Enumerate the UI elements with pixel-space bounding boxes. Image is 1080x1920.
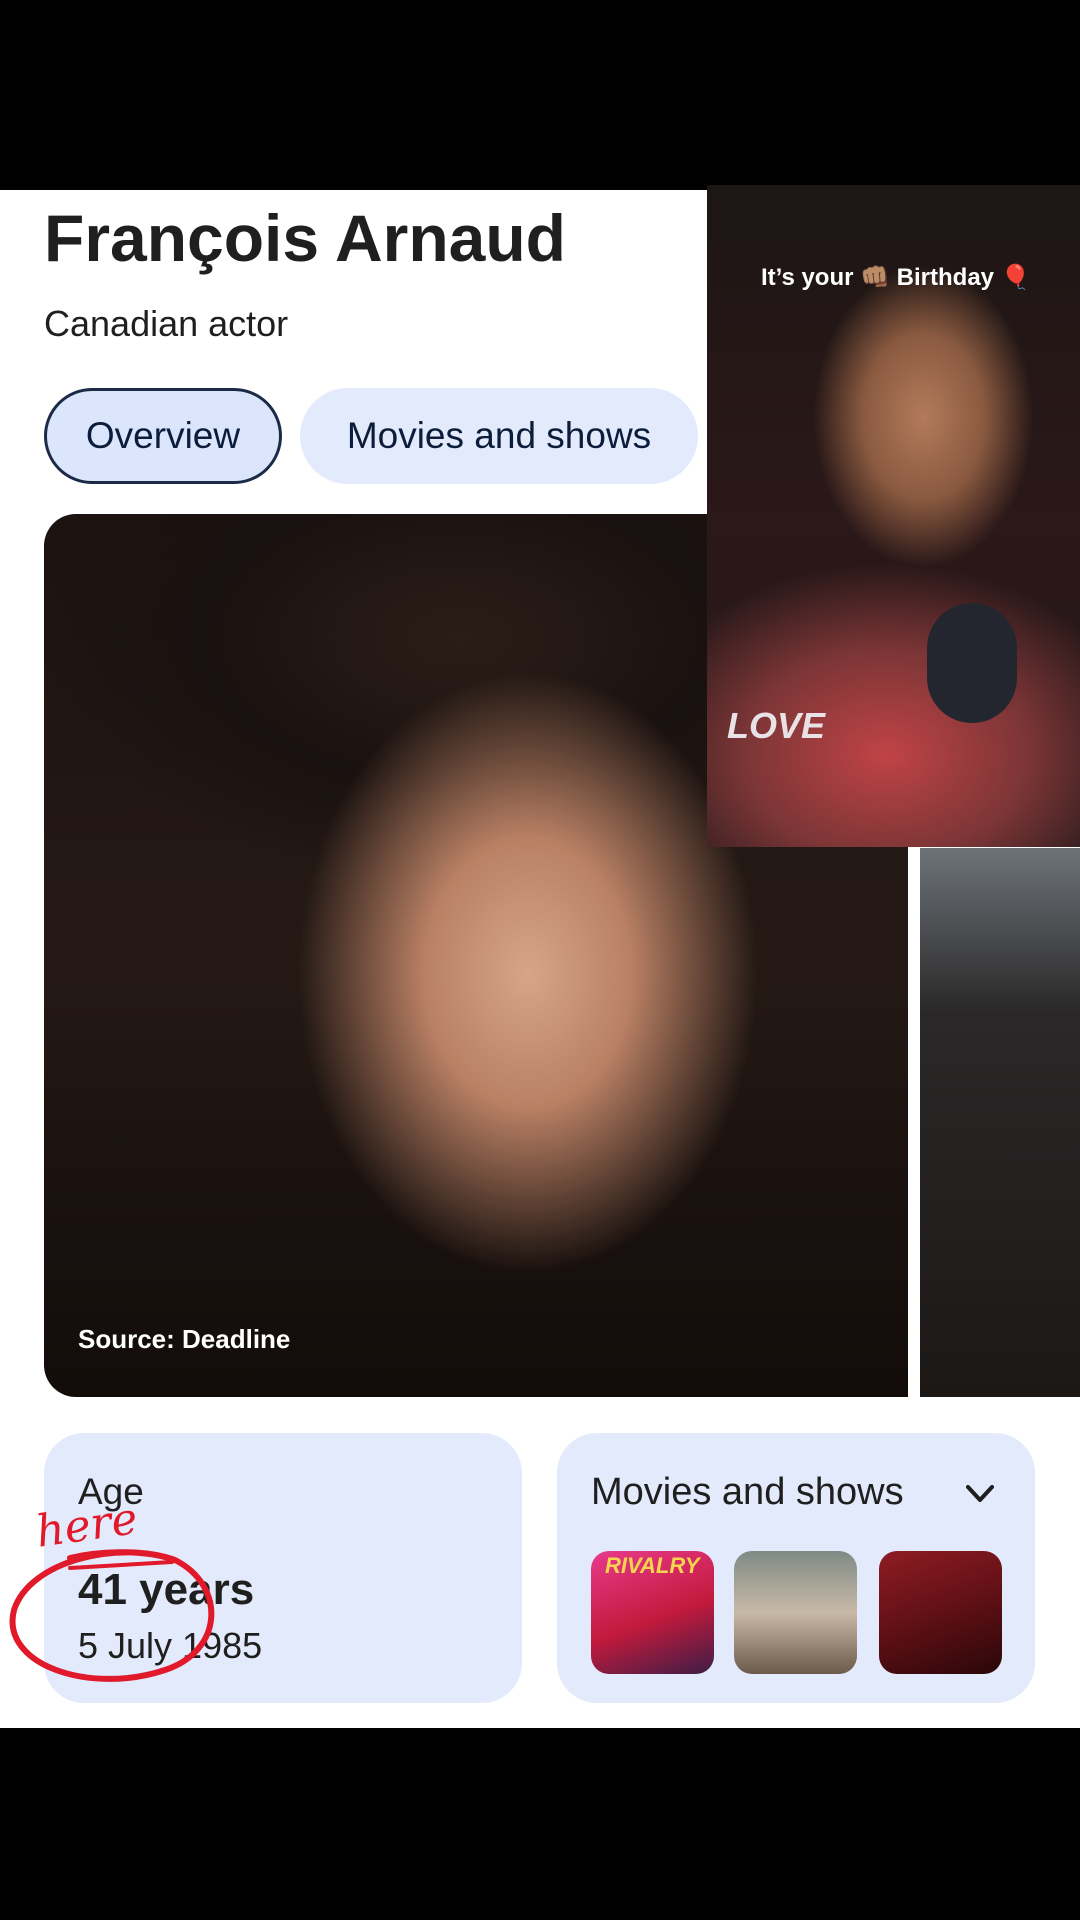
shirt-lettering: LOVE — [727, 705, 826, 746]
movie-thumbnail[interactable] — [734, 1551, 857, 1674]
secondary-photo[interactable] — [920, 848, 1080, 1397]
tab-movies-and-shows[interactable]: Movies and shows — [300, 388, 698, 484]
chevron-down-icon[interactable] — [965, 1483, 995, 1505]
overlay-caption: It’s your 👊🏽 Birthday 🎈 — [761, 264, 1031, 291]
movies-card[interactable]: Movies and shows RIVALRY — [557, 1433, 1035, 1703]
tab-overview[interactable]: Overview — [44, 388, 282, 484]
photo-source-label: Source: Deadline — [78, 1324, 291, 1354]
movies-card-label: Movies and shows — [591, 1471, 904, 1513]
microphone — [927, 603, 1017, 723]
overlay-video[interactable]: It’s your 👊🏽 Birthday 🎈 LOVE — [707, 185, 1080, 847]
page-title: François Arnaud — [44, 201, 566, 275]
annotation-circle — [9, 1549, 215, 1682]
page-subtitle: Canadian actor — [44, 303, 289, 344]
movie-thumbnail[interactable] — [879, 1551, 1002, 1674]
movie-thumbnail[interactable]: RIVALRY — [591, 1551, 714, 1674]
movie-thumbnail-title: RIVALRY — [605, 1553, 700, 1578]
